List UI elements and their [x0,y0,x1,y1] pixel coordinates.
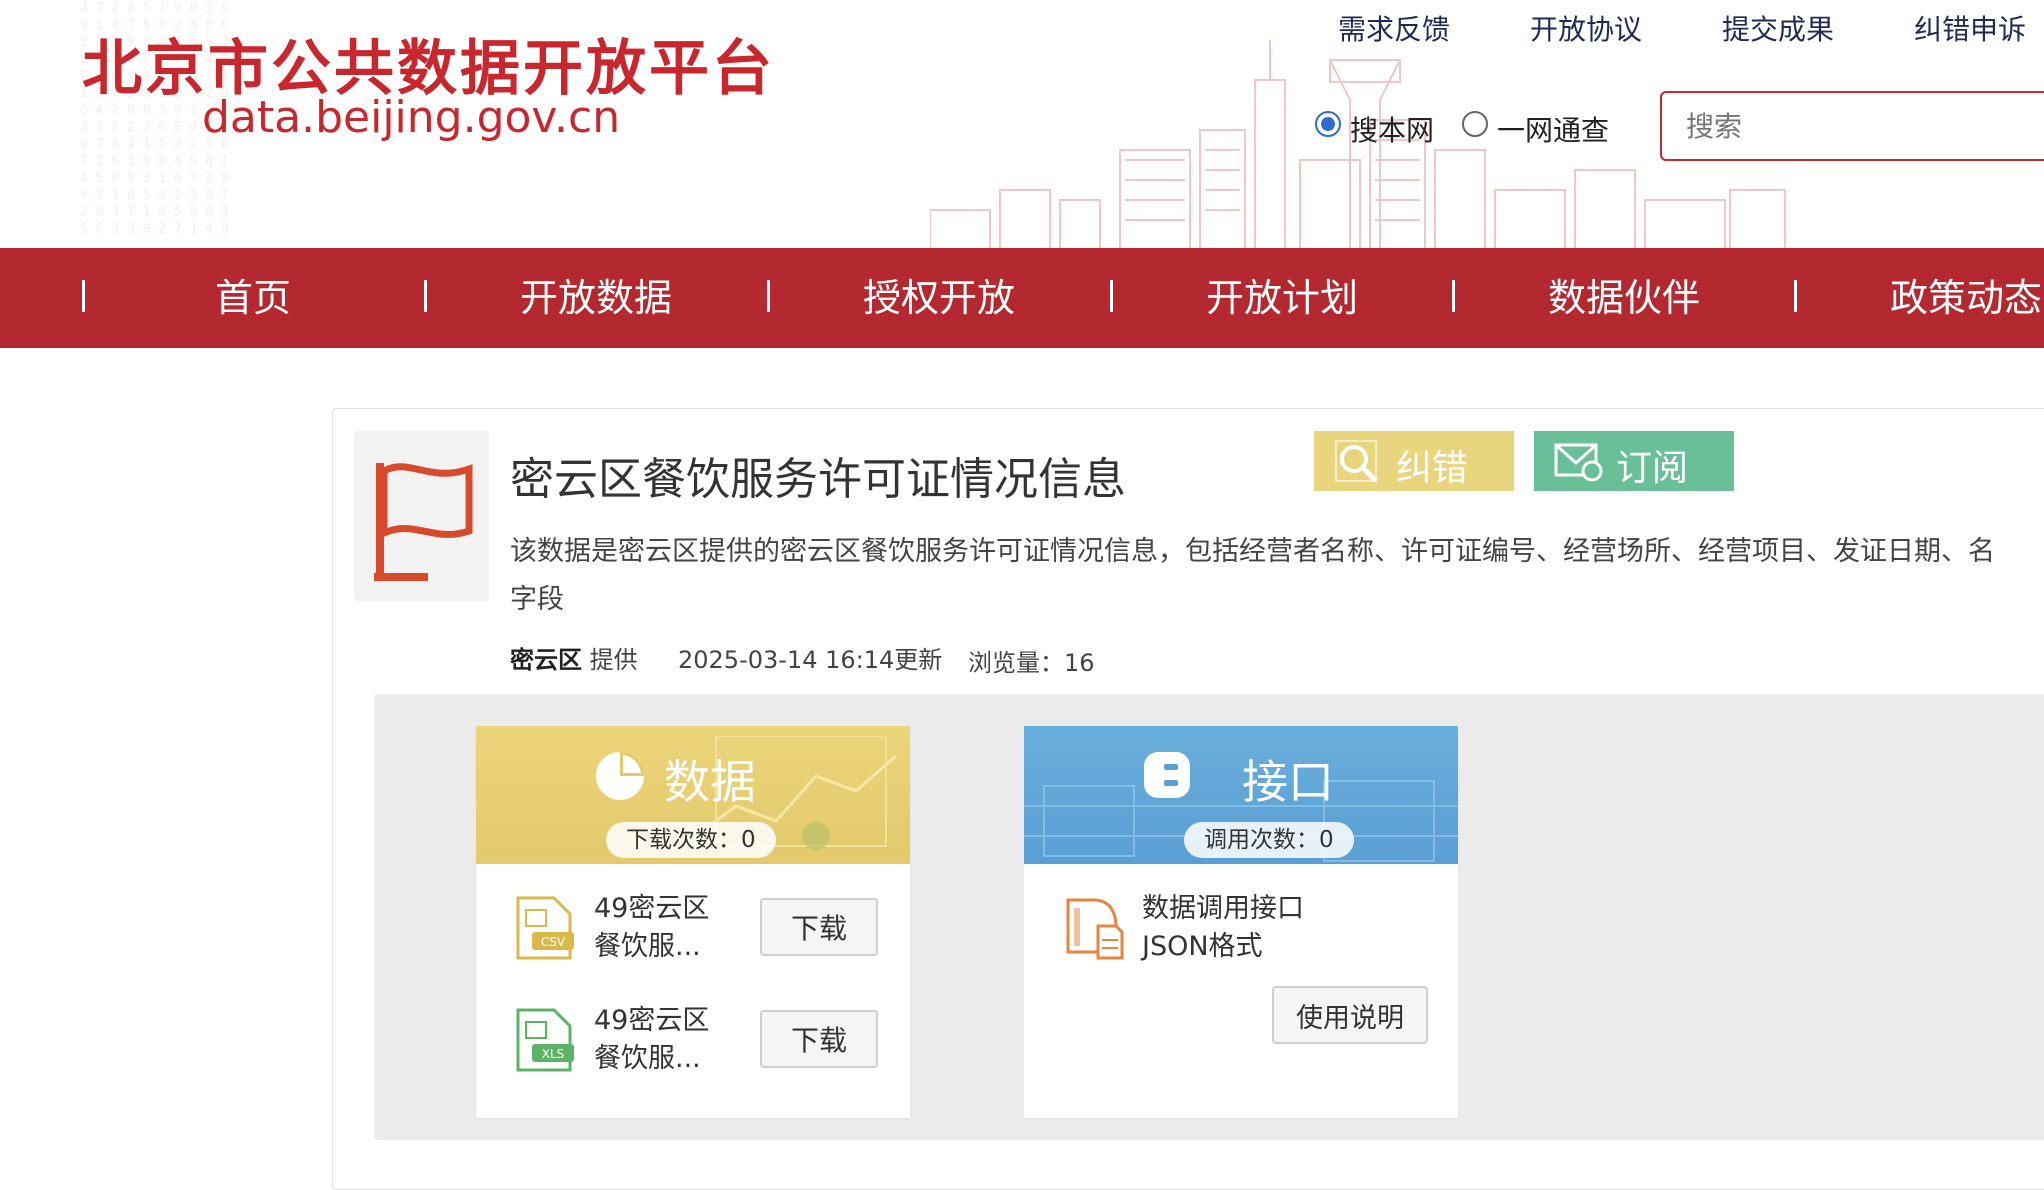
subscribe-button[interactable]: 订阅 [1534,431,1734,491]
csv-file-name[interactable]: 49密云区餐饮服... [594,890,734,966]
nav-item-policy-news[interactable]: 政策动态 [1846,248,2044,348]
xls-file-icon: XLS [516,1008,574,1072]
magnifier-icon [1335,440,1378,483]
search-scope-site-label[interactable]: 搜本网 [1350,109,1434,149]
nav-item-home[interactable]: 首页 [133,248,373,348]
api-card-header: 接口 调用次数：0 [1024,726,1458,864]
nav-divider [82,280,85,312]
api-card: 接口 调用次数：0 数据调用接口JSON格式 使用说明 [1024,726,1458,1118]
call-count-badge: 调用次数：0 [1184,822,1354,858]
nav-divider [1110,280,1113,312]
site-logo-domain[interactable]: data.beijing.gov.cn [202,92,620,143]
search-input[interactable] [1660,91,2044,161]
toplink-agreement[interactable]: 开放协议 [1530,8,1642,48]
svg-text:CSV: CSV [541,935,566,949]
dataset-category-badge [354,431,489,601]
dataset-description: 该数据是密云区提供的密云区餐饮服务许可证情况信息，包括经营者名称、许可证编号、经… [510,536,1995,567]
nav-item-open-plan[interactable]: 开放计划 [1162,248,1402,348]
search-scope-site-radio[interactable] [1315,111,1341,137]
api-name[interactable]: 数据调用接口JSON格式 [1142,890,1342,966]
provider-name: 密云区 [510,646,582,674]
nav-divider [767,280,770,312]
views-count: 16 [1064,649,1095,677]
data-download-card: 数据 下载次数：0 CSV 49密云区餐饮服... 下载 XLS 49密云区餐饮… [476,726,910,1118]
download-xls-button[interactable]: 下载 [760,1010,878,1068]
data-card-title: 数据 [664,755,756,809]
nav-item-data-partners[interactable]: 数据伙伴 [1504,248,1744,348]
main-nav: 首页 开放数据 授权开放 开放计划 数据伙伴 政策动态 [0,248,2044,348]
download-count-badge: 下载次数：0 [606,822,776,858]
search-scope-all-radio[interactable] [1462,111,1488,137]
data-card-header: 数据 下载次数：0 [476,726,910,864]
correct-error-label: 纠错 [1396,448,1469,489]
svg-text:XLS: XLS [542,1047,565,1061]
views-label: 浏览量： [968,649,1064,677]
download-csv-button[interactable]: 下载 [760,898,878,956]
dataset-views: 浏览量：16 [968,643,1095,678]
nav-divider [1794,280,1797,312]
dataset-provider: 密云区 提供 [510,640,638,675]
nav-item-authorized-open[interactable]: 授权开放 [819,248,1059,348]
dataset-description-continued: 字段 [510,584,564,615]
provider-suffix: 提供 [589,646,638,674]
xls-file-name[interactable]: 49密云区餐饮服... [594,1002,734,1078]
subscribe-label: 订阅 [1616,448,1689,489]
nav-item-open-data[interactable]: 开放数据 [476,248,716,348]
nav-divider [1452,280,1455,312]
search-scope-all-label[interactable]: 一网通查 [1497,109,1609,149]
toplink-correction[interactable]: 纠错申诉 [1914,8,2026,48]
site-header: 4 7 2 8 5 1 9 0 3 6 9 1 4 7 5 8 2 3 0 6 … [0,0,2044,248]
api-document-icon [1066,898,1124,960]
dataset-title: 密云区餐饮服务许可证情况信息 [510,454,1126,505]
api-plug-icon [1144,752,1190,798]
correct-error-button[interactable]: 纠错 [1314,431,1514,491]
nav-divider [424,280,427,312]
api-card-title: 接口 [1242,755,1334,809]
toplink-submit-results[interactable]: 提交成果 [1722,8,1834,48]
flag-icon [374,463,473,581]
usage-guide-button[interactable]: 使用说明 [1272,986,1428,1044]
csv-file-icon: CSV [516,896,574,960]
pie-chart-icon [596,752,644,800]
mail-subscribe-icon [1554,443,1603,482]
toplink-feedback[interactable]: 需求反馈 [1338,8,1450,48]
dataset-updated: 2025-03-14 16:14更新 [678,646,943,674]
